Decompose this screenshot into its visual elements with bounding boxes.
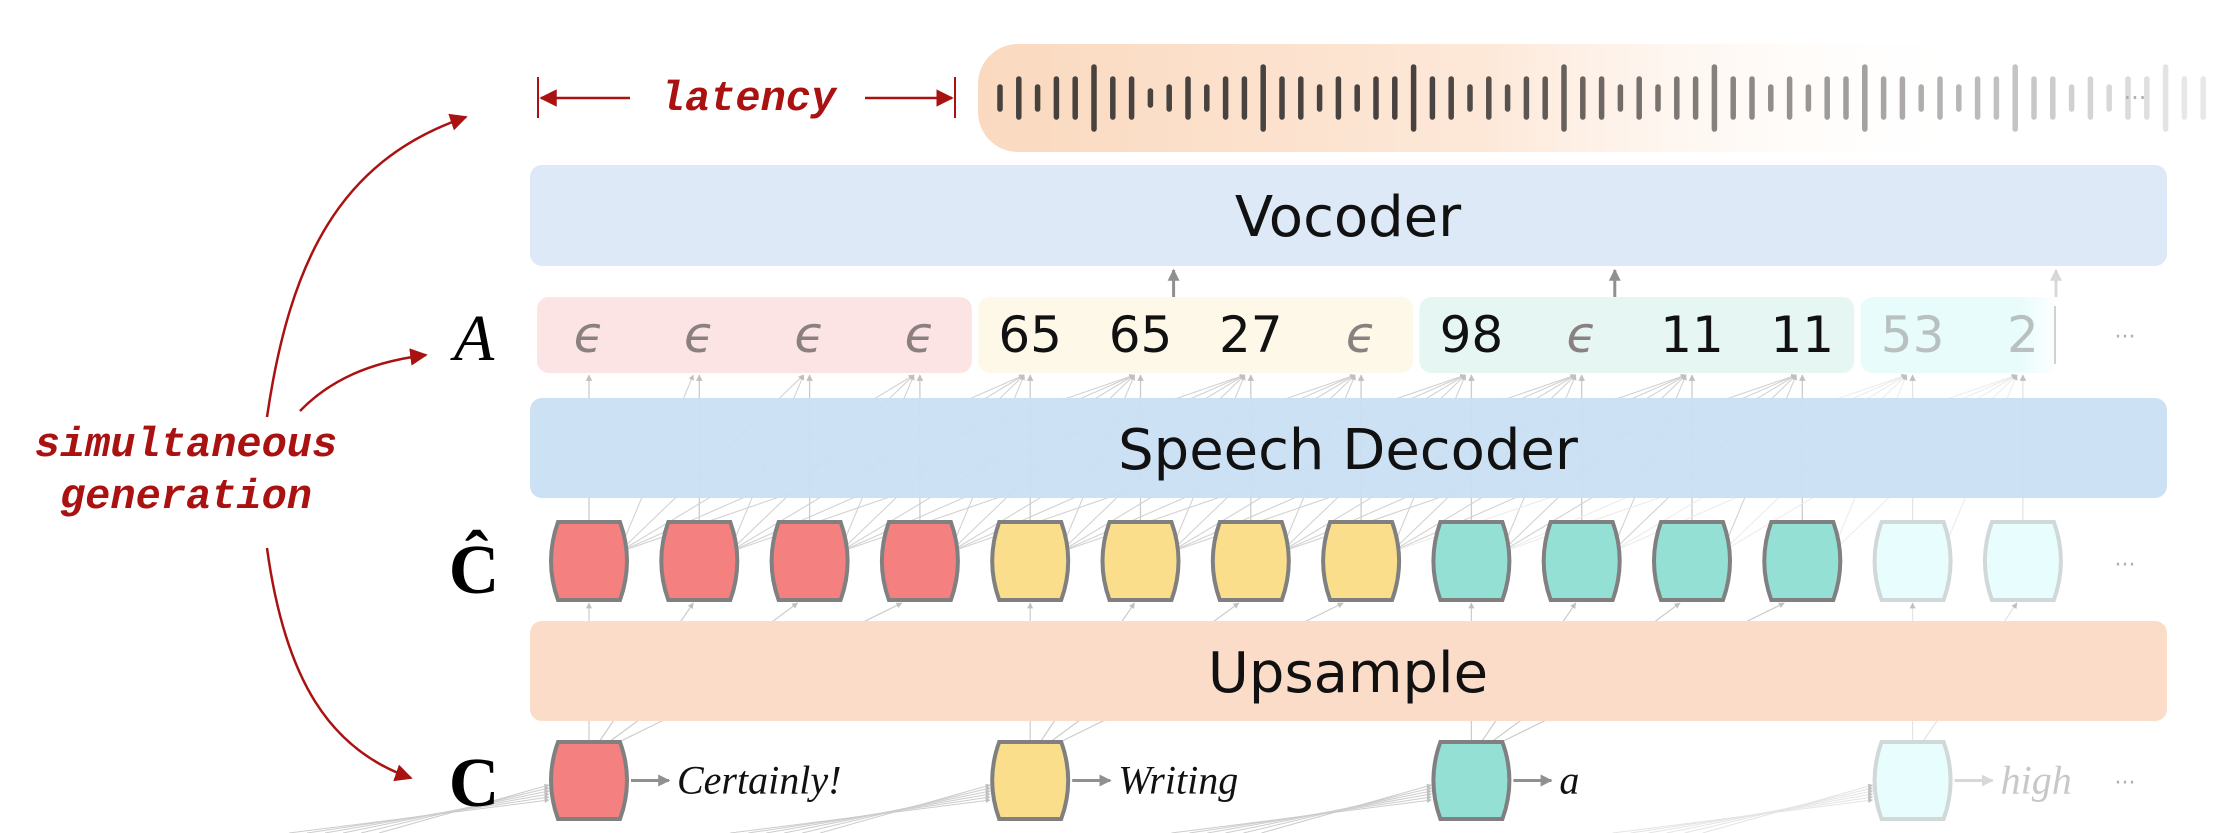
- waveform-ellipsis: ···: [2124, 84, 2147, 112]
- text-token-row: Certainly! Writing a high: [549, 740, 2072, 821]
- connector-line: [1243, 786, 1432, 833]
- audio-token: ϵ: [905, 306, 936, 364]
- upsampled-block: [1652, 520, 1732, 602]
- upsample-layer: Upsample: [530, 621, 2167, 721]
- upsampled-block: [1541, 520, 1622, 602]
- upsampled-block: [659, 520, 740, 602]
- arrow-to-audio: [265, 113, 468, 418]
- upsampled-block: [990, 520, 1071, 602]
- connector-line: [342, 789, 550, 833]
- connector-line: [1261, 783, 1432, 833]
- audio-output: ···: [978, 44, 2206, 152]
- audio-token: ϵ: [574, 306, 605, 364]
- upsampled-block: [1762, 520, 1843, 602]
- speech-decoder-label: Speech Decoder: [1118, 418, 1579, 483]
- connector-line: [820, 783, 991, 833]
- connector-line: [1702, 783, 1874, 833]
- vocoder-input-arrows: [1167, 268, 2062, 297]
- audio-token: ϵ: [1346, 306, 1377, 364]
- upsampled-block: [1321, 520, 1402, 602]
- upsampled-block: [1431, 520, 1512, 602]
- audio-token: ϵ: [1566, 306, 1597, 364]
- row-label-text-tokens: C: [449, 745, 500, 822]
- text-token-word: a: [1559, 758, 1579, 803]
- vocoder-layer: Vocoder: [530, 165, 2167, 266]
- arrow-to-text-tokens: [265, 547, 413, 782]
- upsampled-block: [1872, 520, 1953, 602]
- audio-token: 53: [1881, 306, 1945, 364]
- ellipsis: ···: [2115, 771, 2136, 796]
- audio-token: 27: [1219, 306, 1283, 364]
- ellipsis: ···: [2115, 553, 2136, 578]
- connector-line: [1684, 786, 1874, 833]
- text-token-block: [549, 740, 629, 821]
- audio-token: 2: [2007, 306, 2039, 364]
- upsampled-block: [879, 520, 960, 602]
- upsampled-block-row: [549, 520, 2063, 602]
- arrow-to-audio-tokens: [299, 348, 428, 412]
- speech-generation-diagram: ··· latency Vocoder Speech Decoder Upsam…: [35, 44, 2206, 833]
- audio-token: ϵ: [684, 306, 715, 364]
- audio-token: 65: [1109, 306, 1173, 364]
- text-token-block: [990, 740, 1071, 821]
- text-token-block: [1431, 740, 1512, 821]
- speech-decoder-layer: Speech Decoder: [530, 398, 2167, 498]
- ellipsis: ···: [2115, 325, 2136, 350]
- upsampled-block: [1100, 520, 1181, 602]
- upsampled-block: [1210, 520, 1291, 602]
- audio-token: 11: [1660, 306, 1724, 364]
- simultaneous-label-line1: simultaneous: [35, 421, 337, 469]
- simultaneous-label-line2: generation: [60, 473, 312, 521]
- text-token-word: high: [2001, 758, 2072, 803]
- audio-token: 65: [998, 306, 1062, 364]
- latency-annotation: latency: [537, 75, 956, 123]
- upsample-label: Upsample: [1208, 641, 1488, 706]
- connector-line: [1225, 789, 1432, 833]
- row-label-audio-tokens: A: [450, 302, 495, 375]
- upsampled-block: [549, 520, 629, 602]
- text-token-word: Writing: [1118, 758, 1238, 803]
- text-token-block: [1872, 740, 1953, 821]
- upsampled-block: [1982, 520, 2063, 602]
- upsampled-block: [769, 520, 850, 602]
- simultaneous-generation-annotation: simultaneous generation: [35, 113, 468, 782]
- text-token-word: Certainly!: [677, 758, 841, 803]
- connector-line: [1666, 789, 1874, 833]
- audio-token: 98: [1440, 306, 1504, 364]
- latency-label: latency: [660, 75, 838, 123]
- audio-token: ϵ: [794, 306, 825, 364]
- row-label-upsampled: Ĉ: [449, 529, 500, 609]
- vocoder-label: Vocoder: [1235, 185, 1462, 250]
- audio-token: 11: [1770, 306, 1834, 364]
